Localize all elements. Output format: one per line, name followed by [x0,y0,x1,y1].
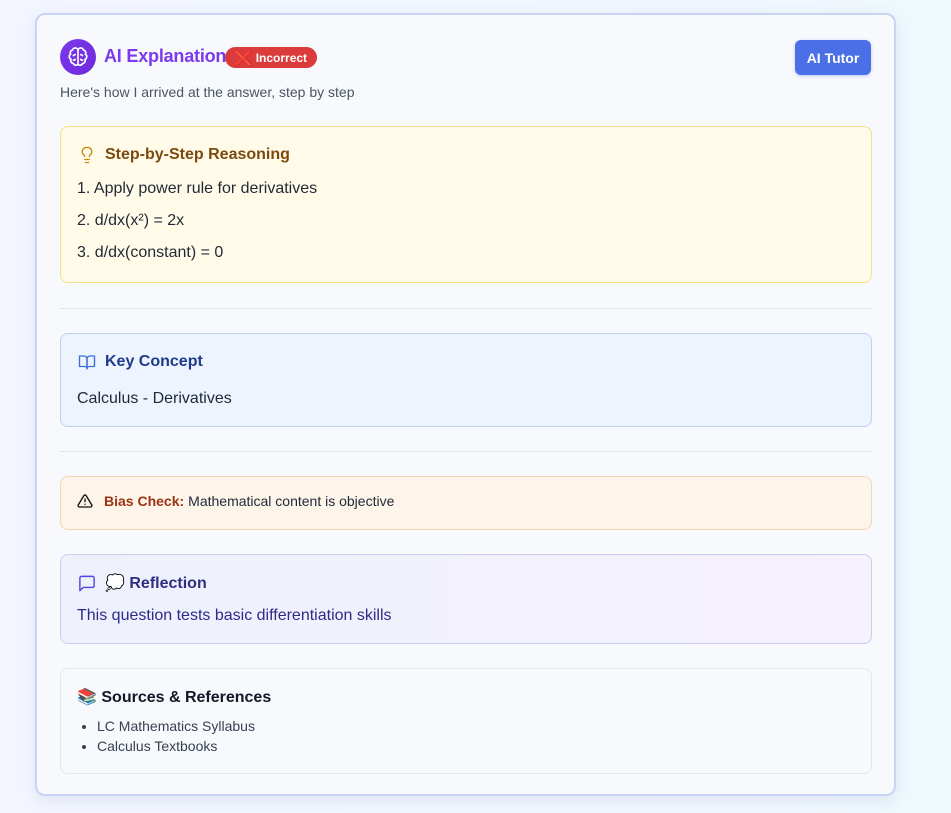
key-concept-text: Calculus - Derivatives [77,390,232,407]
sources-title: 📚 Sources & References [77,689,272,706]
reflection-heading: 💭 Reflection [77,573,207,593]
divider [60,451,872,452]
subtitle: Here's how I arrived at the answer, step… [60,84,355,100]
bias-check-text: Mathematical content is objective [188,493,395,509]
bias-check-row: Bias Check: Mathematical content is obje… [77,493,394,509]
ai-tutor-button[interactable]: AI Tutor [795,40,871,75]
book-open-icon [77,352,97,372]
reflection-title: 💭 Reflection [105,575,207,592]
message-square-icon [77,573,97,593]
step-item: 2. d/dx(x²) = 2x [77,212,185,229]
lightbulb-icon [77,145,97,165]
steps-list: 1. Apply power rule for derivatives 2. d… [77,180,317,276]
list-item: LC Mathematics Syllabus [97,718,255,738]
sources-list: LC Mathematics Syllabus Calculus Textboo… [77,718,255,758]
key-concept-heading: Key Concept [77,352,203,372]
sources-heading: 📚 Sources & References [77,687,271,707]
cross-icon: ❌ [234,49,253,67]
warning-icon [77,493,93,509]
key-concept-title: Key Concept [105,353,203,370]
reasoning-panel: Step-by-Step Reasoning 1. Apply power ru… [60,126,872,283]
brain-icon [60,39,96,75]
status-badge: ❌ Incorrect [225,47,318,68]
reflection-panel: 💭 Reflection This question tests basic d… [60,554,872,644]
list-item: Calculus Textbooks [97,738,255,758]
reasoning-title: Step-by-Step Reasoning [105,146,290,163]
reasoning-heading: Step-by-Step Reasoning [77,145,290,165]
reflection-text: This question tests basic differentiatio… [77,607,392,624]
step-item: 1. Apply power rule for derivatives [77,180,318,197]
sources-panel: 📚 Sources & References LC Mathematics Sy… [60,668,872,774]
divider [60,308,872,309]
status-badge-label: Incorrect [255,50,308,65]
bias-check-panel: Bias Check: Mathematical content is obje… [60,476,872,530]
key-concept-panel: Key Concept Calculus - Derivatives [60,333,872,427]
header: AI Explanation ❌ Incorrect AI Tutor [60,39,871,75]
explanation-card: AI Explanation ❌ Incorrect AI Tutor Here… [35,13,896,796]
step-item: 3. d/dx(constant) = 0 [77,244,224,261]
bias-check-label: Bias Check: [104,493,185,509]
page-title: AI Explanation [104,46,227,66]
